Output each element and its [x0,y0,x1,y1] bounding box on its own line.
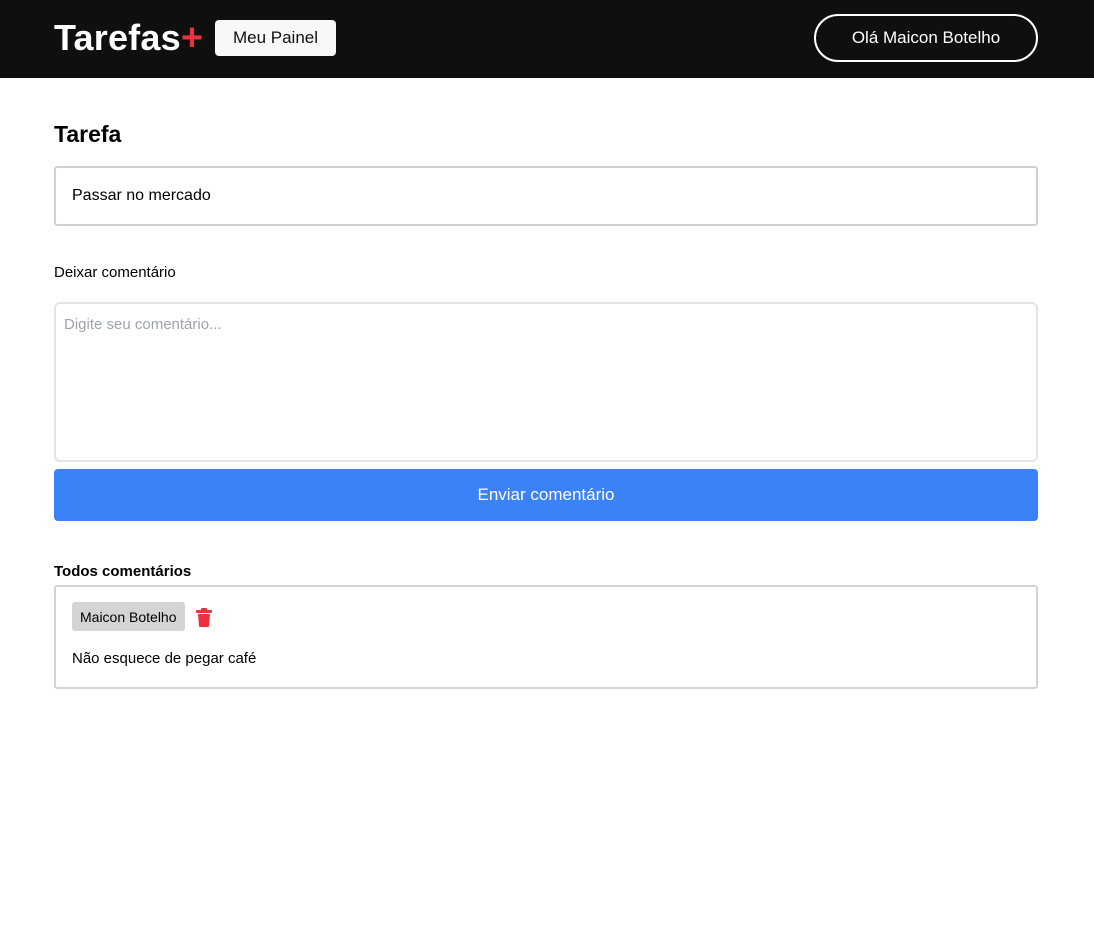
top-header: Tarefas+ Meu Painel Olá Maicon Botelho [0,0,1094,78]
logo-plus: + [180,17,204,59]
task-text-box: Passar no mercado [54,166,1038,226]
task-title: Tarefa [54,121,122,147]
trash-icon-svg [196,607,212,627]
task-text: Passar no mercado [72,187,211,204]
my-panel-button[interactable]: Meu Painel [215,20,336,56]
app-logo[interactable]: Tarefas+ [54,17,203,59]
comment-card: Maicon Botelho Não esquece de pegar café [54,585,1038,689]
send-comment-button[interactable]: Enviar comentário [54,469,1038,521]
logo-text: Tarefas [54,17,181,58]
comment-form-label: Deixar comentário [54,264,176,281]
trash-icon[interactable] [194,607,214,627]
comment-author-badge: Maicon Botelho [72,602,185,631]
comment-textarea[interactable] [54,302,1038,462]
all-comments-title: Todos comentários [54,563,192,580]
comment-text: Não esquece de pegar café [72,650,257,667]
user-greeting-button[interactable]: Olá Maicon Botelho [814,14,1038,62]
